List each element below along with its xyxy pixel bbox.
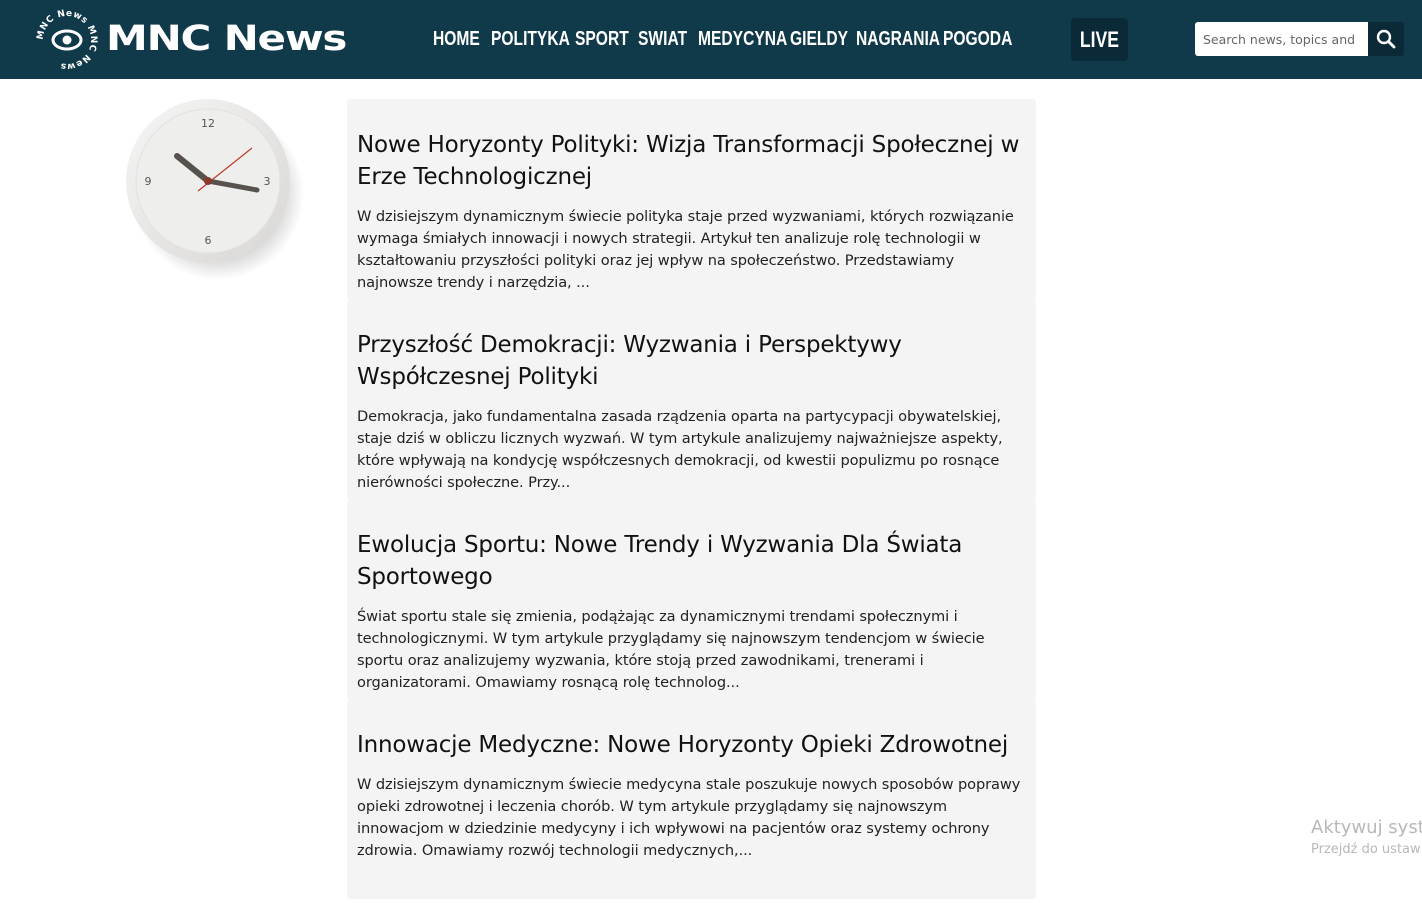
- article-title[interactable]: Nowe Horyzonty Polityki: Wizja Transform…: [357, 99, 1026, 193]
- article-excerpt: Świat sportu stale się zmienia, podążają…: [357, 608, 985, 691]
- article-title[interactable]: Ewolucja Sportu: Nowe Trendy i Wyzwania …: [357, 499, 1026, 593]
- article-feed: Nowe Horyzonty Polityki: Wizja Transform…: [347, 99, 1036, 899]
- article-card[interactable]: Ewolucja Sportu: Nowe Trendy i Wyzwania …: [347, 499, 1036, 699]
- article-card[interactable]: Innowacje Medyczne: Nowe Horyzonty Opiek…: [347, 699, 1036, 899]
- article-card[interactable]: Przyszłość Demokracji: Wyzwania i Perspe…: [347, 299, 1036, 499]
- top-navigation-bar: MNC News MNC News MNC News HOME POLITYKA…: [0, 0, 1422, 79]
- main-nav: HOME POLITYKA SPORT SWIAT MEDYCYNA GIELD…: [433, 0, 1013, 79]
- nav-item-medycyna[interactable]: MEDYCYNA: [698, 0, 787, 79]
- nav-item-gieldy[interactable]: GIELDY: [790, 0, 848, 79]
- article-title[interactable]: Przyszłość Demokracji: Wyzwania i Perspe…: [357, 299, 1026, 393]
- article-title[interactable]: Innowacje Medyczne: Nowe Horyzonty Opiek…: [357, 699, 1026, 761]
- eye-logo-icon: MNC News MNC News: [36, 9, 98, 71]
- nav-item-pogoda[interactable]: POGODA: [943, 0, 1012, 79]
- search-input[interactable]: [1195, 22, 1368, 56]
- nav-item-home[interactable]: HOME: [433, 0, 480, 79]
- search-icon: [1376, 29, 1396, 49]
- site-logo[interactable]: MNC News MNC News MNC News: [35, 8, 365, 72]
- logo-wordmark: MNC News: [106, 19, 347, 59]
- clock-number-9: 9: [145, 175, 152, 188]
- clock-face-icon: 12 3 6 9: [126, 99, 304, 280]
- nav-item-polityka[interactable]: POLITYKA: [491, 0, 570, 79]
- article-card[interactable]: Nowe Horyzonty Polityki: Wizja Transform…: [347, 99, 1036, 299]
- clock-number-6: 6: [205, 234, 212, 247]
- clock-number-3: 3: [264, 175, 271, 188]
- article-excerpt: W dzisiejszym dynamicznym świecie medycy…: [357, 776, 1021, 859]
- watermark-subtitle: Przejdź do ustaw: [1311, 842, 1421, 857]
- search-button[interactable]: [1368, 22, 1404, 56]
- clock-number-12: 12: [201, 117, 215, 130]
- analog-clock: 12 3 6 9: [118, 92, 308, 282]
- search-box: [1195, 22, 1404, 56]
- nav-item-swiat[interactable]: SWIAT: [638, 0, 687, 79]
- article-excerpt: W dzisiejszym dynamicznym świecie polity…: [357, 208, 1014, 291]
- article-excerpt: Demokracja, jako fundamentalna zasada rz…: [357, 408, 1003, 491]
- activation-watermark: Aktywuj syste Przejdź do ustaw: [1311, 816, 1422, 860]
- watermark-title: Aktywuj syste: [1311, 817, 1422, 838]
- live-label: LIVE: [1079, 26, 1120, 52]
- nav-item-sport[interactable]: SPORT: [575, 0, 629, 79]
- nav-item-nagrania[interactable]: NAGRANIA: [856, 0, 940, 79]
- live-button[interactable]: LIVE: [1071, 18, 1128, 61]
